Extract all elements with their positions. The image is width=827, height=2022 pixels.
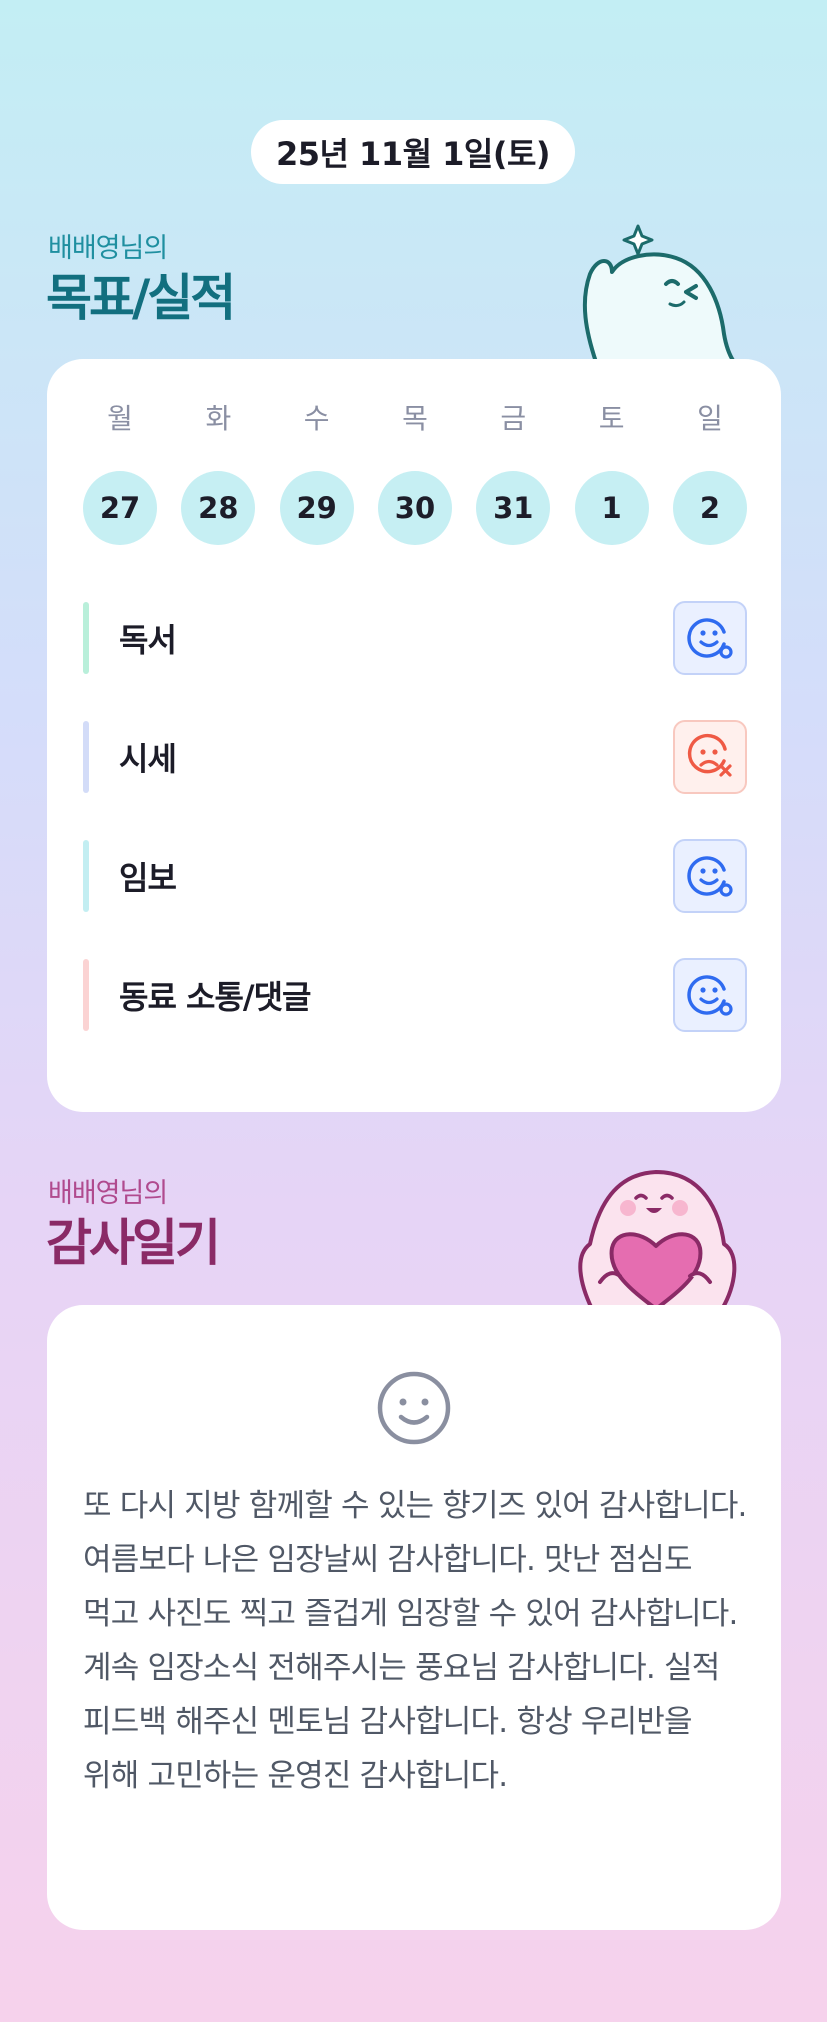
goal-label: 독서 bbox=[119, 621, 177, 659]
day-number[interactable]: 27 bbox=[83, 471, 157, 545]
goal-label: 임보 bbox=[119, 859, 177, 897]
day-number[interactable]: 30 bbox=[377, 471, 452, 545]
thanks-card: 또 다시 지방 함께할 수 있는 향기즈 있어 감사합니다. 여름보다 나은 임… bbox=[47, 1305, 781, 1930]
goals-title: 목표/실적 bbox=[46, 269, 236, 327]
goal-row-reading[interactable]: 독서 bbox=[83, 601, 747, 675]
heart-mascot-icon bbox=[578, 1170, 737, 1309]
status-done-button[interactable] bbox=[673, 601, 747, 675]
day-name: 금 bbox=[500, 402, 527, 435]
day-name: 토 bbox=[598, 402, 625, 435]
status-done-button[interactable] bbox=[673, 958, 747, 1032]
thanks-title: 감사일기 bbox=[46, 1214, 221, 1272]
goal-color-bar bbox=[83, 602, 89, 674]
day-name: 화 bbox=[205, 402, 232, 435]
goal-row-imbo[interactable]: 임보 bbox=[83, 839, 747, 913]
day-number[interactable]: 31 bbox=[476, 471, 551, 545]
day-sun[interactable]: 일2 bbox=[672, 399, 747, 545]
goal-color-bar bbox=[83, 959, 89, 1031]
goal-row-peer-communication[interactable]: 동료 소통/댓글 bbox=[83, 958, 747, 1032]
smile-done-icon bbox=[687, 975, 733, 1016]
day-name: 수 bbox=[303, 402, 330, 435]
day-name: 일 bbox=[697, 402, 723, 435]
day-number[interactable]: 2 bbox=[672, 471, 747, 545]
goals-card: 월 27 화 28 수 29 목 30 금 31 토1 일2 독서 시세 임보 … bbox=[47, 359, 781, 1112]
day-number[interactable]: 1 bbox=[574, 471, 649, 545]
ghost-mascot-icon bbox=[582, 224, 736, 362]
day-number[interactable]: 28 bbox=[181, 471, 256, 545]
smile-face-icon bbox=[377, 1371, 451, 1445]
goal-color-bar bbox=[83, 721, 89, 793]
smile-done-icon bbox=[687, 618, 733, 659]
date-pill[interactable]: 25년 11월 1일(토) bbox=[251, 120, 575, 184]
goal-color-bar bbox=[83, 840, 89, 912]
week-days: 월 27 화 28 수 29 목 30 금 31 토1 일2 bbox=[83, 399, 747, 545]
goal-label: 시세 bbox=[119, 740, 177, 778]
day-sat[interactable]: 토1 bbox=[574, 399, 649, 545]
day-wed[interactable]: 수 29 bbox=[279, 399, 354, 545]
goal-row-market-price[interactable]: 시세 bbox=[83, 720, 747, 794]
sad-missed-icon bbox=[687, 733, 732, 777]
day-name: 월 bbox=[107, 402, 133, 435]
day-tue[interactable]: 화 28 bbox=[181, 399, 256, 545]
thanks-diary-text: 또 다시 지방 함께할 수 있는 향기즈 있어 감사합니다. 여름보다 나은 임… bbox=[83, 1488, 747, 1794]
day-name: 목 bbox=[402, 402, 428, 435]
day-thu[interactable]: 목 30 bbox=[377, 399, 452, 545]
day-mon[interactable]: 월 27 bbox=[83, 399, 157, 545]
day-fri[interactable]: 금 31 bbox=[476, 399, 551, 545]
smile-done-icon bbox=[687, 856, 733, 897]
status-done-button[interactable] bbox=[673, 839, 747, 913]
goal-label: 동료 소통/댓글 bbox=[119, 978, 311, 1016]
status-missed-button[interactable] bbox=[673, 720, 747, 794]
day-number[interactable]: 29 bbox=[279, 471, 354, 545]
